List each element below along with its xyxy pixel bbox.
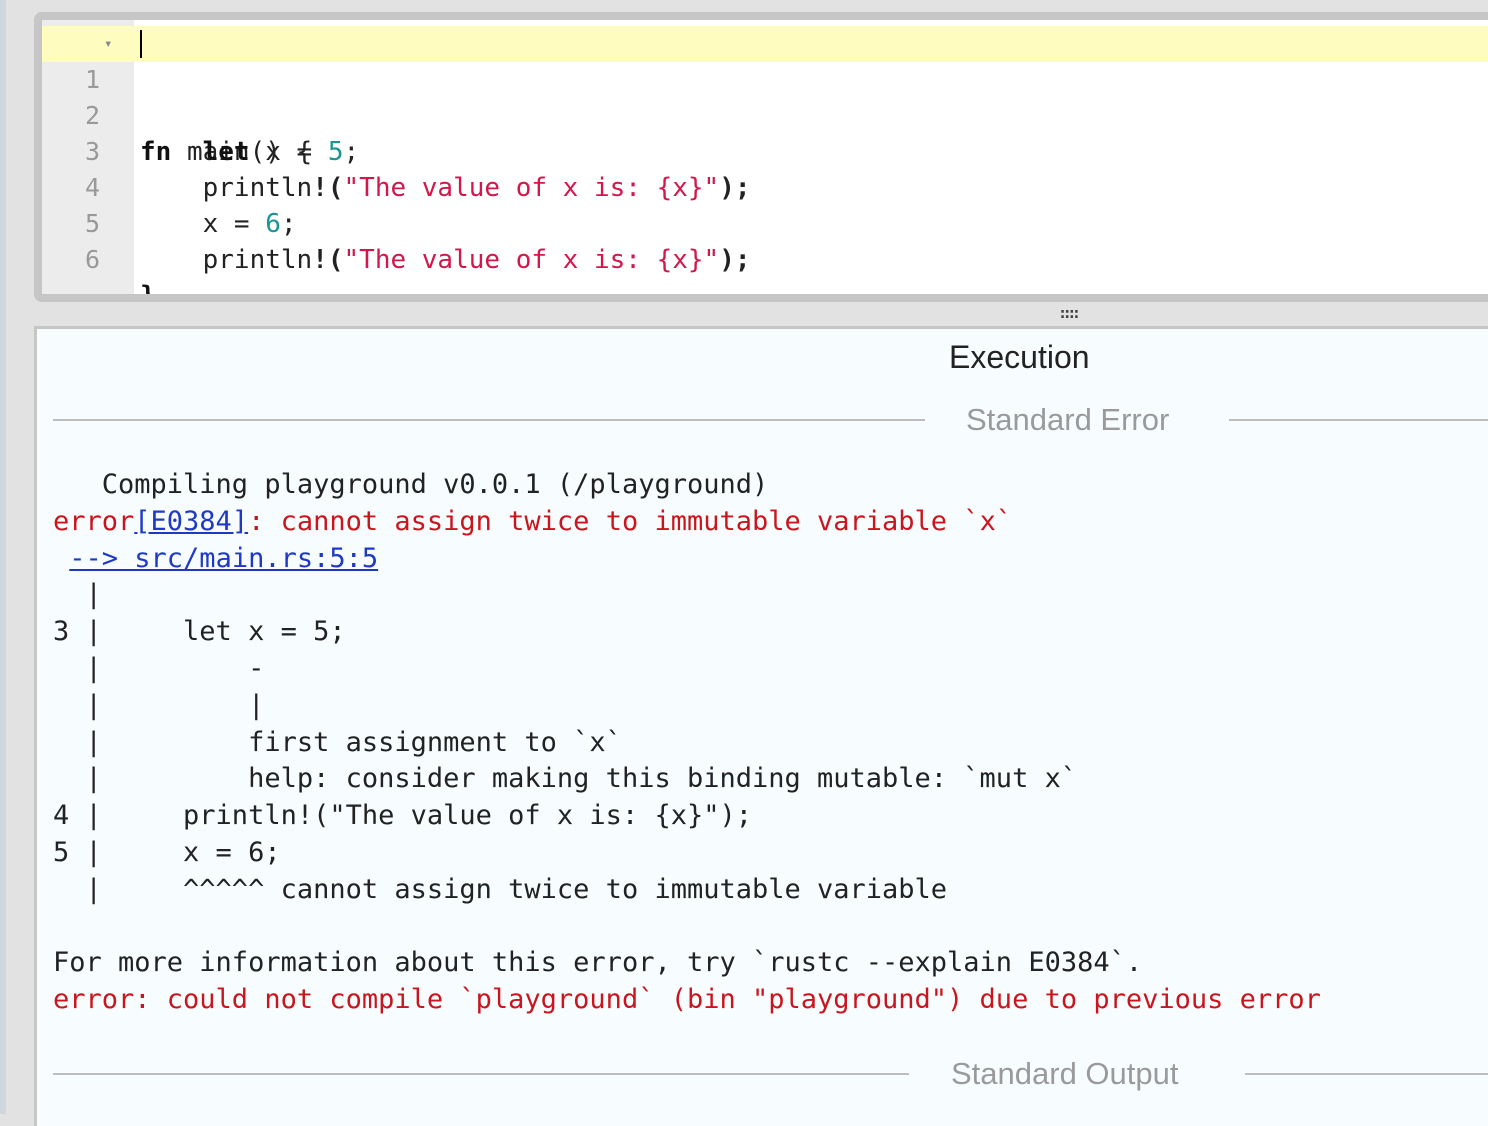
stderr-line: For more information about this error, t… <box>53 947 1143 979</box>
paren-token: ); <box>719 245 751 275</box>
execution-title: Execution <box>949 339 1090 375</box>
stderr-label[interactable]: Standard Error <box>966 400 1169 440</box>
stderr-output: Compiling playground v0.0.1 (/playground… <box>53 467 1321 1019</box>
output-panel: Execution Standard Error Compiling playg… <box>34 326 1488 1126</box>
bang-token: ! <box>312 245 328 275</box>
fold-arrow-icon[interactable]: ▾ <box>104 26 112 62</box>
stderr-line: Compiling playground v0.0.1 (/playground… <box>53 469 769 500</box>
stdout-label[interactable]: Standard Output <box>951 1054 1179 1094</box>
stderr-line: | <box>53 579 102 611</box>
macro-token: println <box>202 245 313 275</box>
left-edge-strip <box>0 0 6 1114</box>
divider <box>1245 1073 1488 1075</box>
string-token: "The value of x is: {x}" <box>343 245 720 275</box>
divider <box>1229 419 1488 421</box>
line-number: 6 <box>84 245 100 274</box>
stderr-line: | - <box>53 652 265 684</box>
text-cursor <box>140 30 142 58</box>
resize-handle[interactable]: :::: <box>1054 306 1084 322</box>
stderr-line: | help: consider making this binding mut… <box>53 763 1078 795</box>
code-text: println!("The value of x is: {x}"); <box>140 242 751 278</box>
divider <box>53 1073 909 1075</box>
stderr-header[interactable]: Standard Error <box>53 400 1488 440</box>
editor-line-6[interactable]: 6 } <box>42 206 1488 294</box>
editor-line-5[interactable]: 5 println!("The value of x is: {x}"); <box>42 170 1488 275</box>
error-label: error <box>53 505 135 537</box>
stderr-line: | ^^^^^ cannot assign twice to immutable… <box>53 873 948 905</box>
stderr-line: 4 | println!("The value of x is: {x}"); <box>53 800 752 832</box>
stderr-indent <box>53 543 69 574</box>
stdout-header[interactable]: Standard Output <box>53 1054 1488 1094</box>
stderr-line: 3 | let x = 5; <box>53 616 346 648</box>
error-code-link[interactable]: [E0384] <box>134 506 248 537</box>
compile-error-line: error: could not compile `playground` (b… <box>53 984 1321 1016</box>
editor-line-4[interactable]: 4 x = 6; <box>42 134 1488 239</box>
editor-line-3[interactable]: 3 println!("The value of x is: {x}"); <box>42 98 1488 203</box>
stderr-line: | | <box>53 689 265 721</box>
editor-line-2[interactable]: 2 let x = 5; <box>42 62 1488 167</box>
paren-token: ( <box>327 245 344 275</box>
source-location-link[interactable]: --> src/main.rs:5:5 <box>69 543 378 574</box>
code-text: } <box>140 281 156 302</box>
divider <box>53 419 925 421</box>
code-editor[interactable]: 1 ▾ fn main() { 2 let x = 5; 3 println!(… <box>34 12 1488 302</box>
stderr-line: | first assignment to `x` <box>53 726 622 758</box>
editor-line-1[interactable]: 1 ▾ fn main() { <box>42 26 1488 167</box>
error-message: : cannot assign twice to immutable varia… <box>248 505 1013 537</box>
stderr-line: 5 | x = 6; <box>53 836 281 868</box>
